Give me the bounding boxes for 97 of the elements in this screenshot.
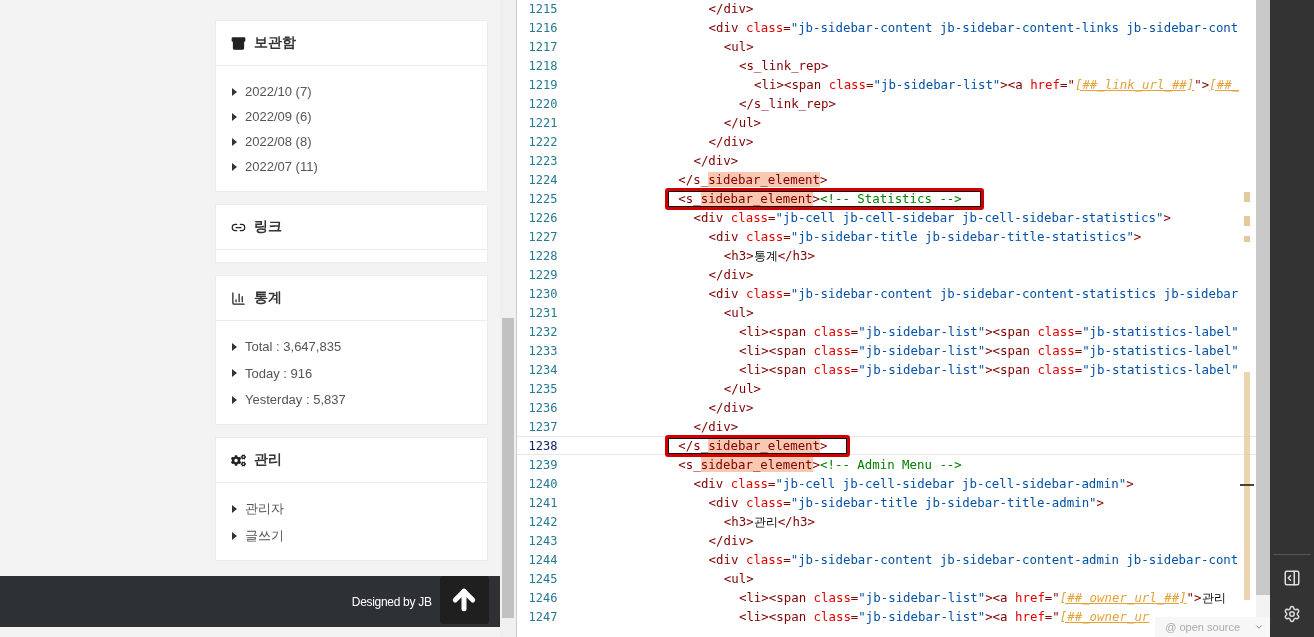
line-number: 1221: [527, 115, 559, 130]
line-number: 1225: [527, 191, 559, 206]
caret-icon: [232, 342, 237, 351]
card-title: 링크: [254, 218, 282, 236]
caret-icon: [232, 112, 237, 121]
caret-icon: [232, 531, 237, 540]
sidebar-link[interactable]: 2022/10 (7): [245, 84, 312, 99]
line-number: 1246: [527, 590, 559, 605]
code-line: </div>: [707, 266, 754, 284]
code-line: </s_sidebar_element>: [617, 436, 828, 455]
code-line: <li><span class="jb-sidebar-list"><a href="[##_owner_ur: [737, 608, 1150, 626]
sidebar-link[interactable]: 2022/07 (11): [245, 159, 318, 174]
gears-icon: [231, 452, 246, 468]
line-number: 1220: [527, 96, 559, 111]
code-line: <div class="jb-sidebar-content jb-sidebar-content-links jb-sidebar-cont: [707, 19, 1239, 37]
caret-icon: [232, 87, 237, 96]
editor-scrollbar[interactable]: [1256, 0, 1271, 617]
code-line: <li><span class="jb-sidebar-list"><span class="jb-statistics-label": [737, 342, 1239, 360]
code-line: <s_link_rep>: [737, 57, 829, 75]
line-number: 1227: [527, 229, 559, 244]
line-number: 1235: [527, 381, 559, 396]
line-number: 1217: [527, 39, 559, 54]
code-line: <div class="jb-cell jb-cell-sidebar jb-cell-sidebar-statistics">: [692, 209, 1171, 227]
settings-icon[interactable]: [1283, 605, 1301, 623]
line-number: 1216: [527, 20, 559, 35]
code-line: <ul>: [722, 570, 754, 588]
code-line: </div>: [707, 532, 754, 550]
line-number: 1234: [527, 362, 559, 377]
code-line: <div class="jb-sidebar-title jb-sidebar-title-statistics">: [707, 228, 1142, 246]
code-line: <s_sidebar_element><!-- Admin Menu -->: [677, 456, 962, 474]
caret-icon: [232, 504, 237, 513]
sidebar-link[interactable]: Today : 916: [245, 365, 313, 381]
code-line: <div class="jb-cell jb-cell-sidebar jb-cell-sidebar-admin">: [692, 475, 1134, 493]
sidebar-link[interactable]: 관리자: [245, 499, 284, 518]
line-number: 1232: [527, 324, 559, 339]
line-number: 1215: [527, 1, 559, 16]
line-number: 1218: [527, 58, 559, 73]
code-line: </ul>: [722, 380, 762, 398]
line-number: 1242: [527, 514, 559, 529]
caret-icon: [1254, 622, 1265, 632]
code-line: </ul>: [722, 114, 762, 132]
line-number: 1224: [527, 172, 559, 187]
code-line: <li><span class="jb-sidebar-list"><span class="jb-statistics-label": [737, 323, 1239, 341]
code-line: <div class="jb-sidebar-content jb-sidebar-content-admin jb-sidebar-cont: [707, 551, 1239, 569]
code-line: </div>: [707, 0, 754, 18]
line-number: 1245: [527, 571, 559, 586]
archive-icon: [231, 35, 246, 51]
line-number: 1223: [527, 153, 559, 168]
code-line: <div class="jb-sidebar-content jb-sidebar-content-statistics jb-sidebar: [707, 285, 1239, 303]
code-line: <h3>관리</h3>: [722, 513, 815, 531]
scroll-top-button[interactable]: [439, 576, 489, 624]
line-number: 1240: [527, 476, 559, 491]
line-number: 1241: [527, 495, 559, 510]
line-number: 1238: [527, 438, 559, 453]
card-title: 통계: [254, 289, 282, 307]
code-line: </s_link_rep>: [737, 95, 836, 113]
line-number: 1231: [527, 305, 559, 320]
card-title: 관리: [254, 451, 282, 469]
line-number: 1229: [527, 267, 559, 282]
code-line: <li><span class="jb-sidebar-list"><a href="[##_owner_url_##]">관리: [737, 589, 1226, 607]
caret-icon: [232, 162, 237, 171]
sidebar-link[interactable]: Yesterday : 5,837: [245, 392, 346, 407]
line-number: 1237: [527, 419, 559, 434]
footer-credit: Designed by JB: [351, 594, 432, 609]
code-line: <li><span class="jb-sidebar-list"><span class="jb-statistics-label": [737, 361, 1239, 379]
card-title: 보관함: [254, 34, 296, 52]
panel-icon[interactable]: [1283, 569, 1301, 587]
sidebar-link[interactable]: Total : 3,647,835: [245, 339, 342, 354]
code-line: <li><span class="jb-sidebar-list"><a href="[##_link_url_##]">[##_: [753, 76, 1240, 94]
line-number: 1222: [527, 134, 559, 149]
code-line: <s_sidebar_element><!-- Statistics -->: [617, 189, 962, 208]
line-number: 1243: [527, 533, 559, 548]
code-line: </div>: [692, 418, 739, 436]
line-number: 1239: [527, 457, 559, 472]
line-number: 1236: [527, 400, 559, 415]
line-number: 1228: [527, 248, 559, 263]
bar-chart-icon: [231, 290, 246, 306]
line-number: 1226: [527, 210, 559, 225]
line-number: 1233: [527, 343, 559, 358]
code-line: <h3>통계</h3>: [722, 247, 815, 265]
code-line: </div>: [692, 152, 739, 170]
code-line: </s_sidebar_element>: [677, 171, 828, 189]
sidebar-link[interactable]: 2022/09 (6): [245, 109, 312, 124]
caret-icon: [232, 369, 237, 377]
code-line: <ul>: [722, 38, 754, 56]
line-number: 1230: [527, 286, 559, 301]
sidebar-link[interactable]: 글쓰기: [245, 526, 284, 545]
sidebar-link[interactable]: 2022/08 (8): [245, 134, 312, 149]
code-line: </div>: [707, 133, 754, 151]
line-number: 1219: [527, 77, 559, 92]
code-line: </div>: [707, 399, 754, 417]
line-number: 1244: [527, 552, 559, 567]
caret-icon: [232, 137, 237, 146]
code-line: <ul>: [722, 304, 754, 322]
line-number: 1247: [527, 609, 559, 624]
code-line: <div class="jb-sidebar-title jb-sidebar-title-admin">: [707, 494, 1105, 512]
caret-icon: [232, 395, 237, 404]
